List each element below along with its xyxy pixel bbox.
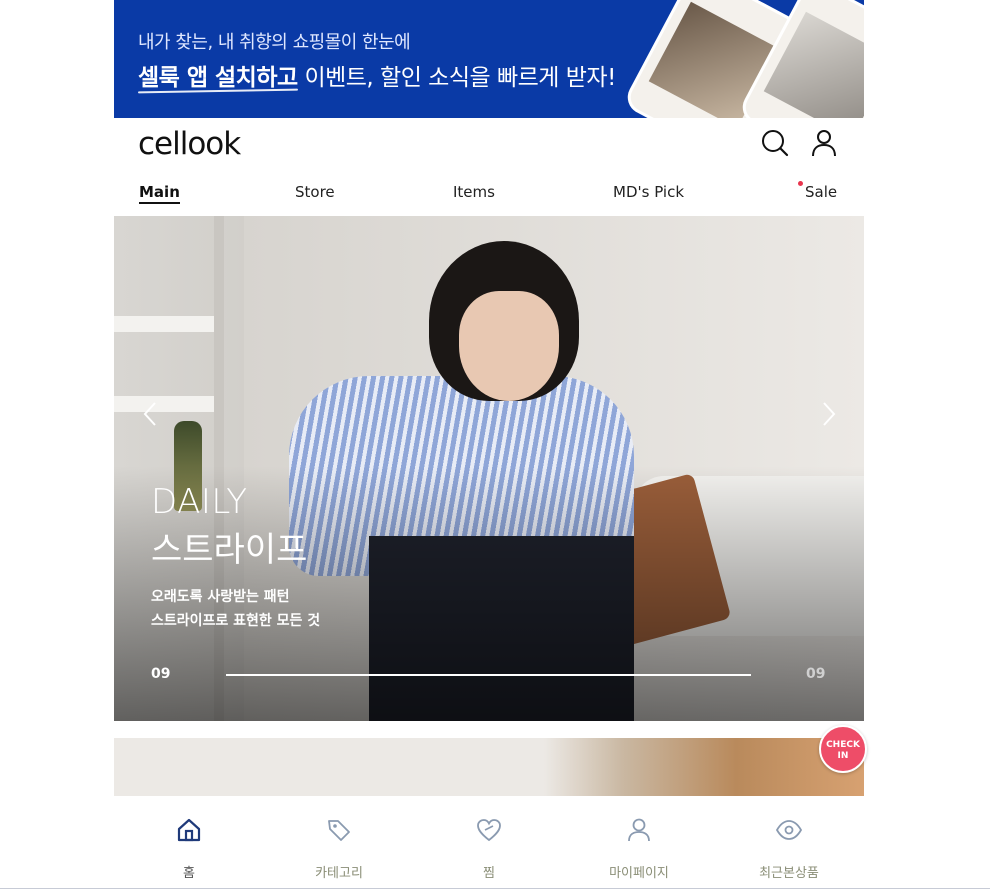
hero-image-shelf: [114, 316, 224, 332]
carousel-page-current: 09: [151, 666, 171, 682]
tab-mypage-label: 마이페이지: [609, 866, 669, 881]
home-icon: [177, 818, 201, 842]
logo[interactable]: cellook: [138, 126, 241, 162]
nav-item-sale[interactable]: Sale: [798, 181, 838, 201]
carousel-progress-fill: [226, 674, 751, 676]
app-root: 내가 찾는, 내 취향의 쇼핑몰이 한눈에 셀룩 앱 설치하고 이벤트, 할인 …: [114, 0, 864, 891]
tab-home-label: 홈: [183, 866, 195, 881]
hero-image-face: [459, 291, 559, 401]
eye-icon: [775, 820, 803, 840]
hero-image-shelf: [114, 396, 224, 412]
bottom-tab-bar: 홈 카테고리 찜 마이페이지 최근본상품: [114, 796, 864, 891]
promo-line1: 내가 찾는, 내 취향의 쇼핑몰이 한눈에: [138, 32, 411, 53]
tab-home[interactable]: 홈: [114, 796, 264, 891]
site-header: cellook: [114, 118, 864, 174]
hero-title-line1: DAILY: [151, 482, 248, 522]
carousel-page-total: 09: [806, 666, 826, 682]
tab-category-label: 카테고리: [315, 866, 363, 881]
nav-item-store[interactable]: Store: [295, 183, 335, 201]
promo-line2-bold: 셀룩 앱 설치하고: [138, 65, 298, 91]
main-nav: Main Store Items MD's Pick Sale: [114, 176, 864, 216]
carousel-prev-arrow-icon[interactable]: [139, 399, 163, 429]
secondary-banner[interactable]: [114, 738, 864, 796]
promo-line2: 셀룩 앱 설치하고 이벤트, 할인 소식을 빠르게 받자!: [138, 58, 616, 92]
carousel-progress-bar: [226, 674, 751, 676]
divider: [0, 888, 990, 889]
heart-icon: [477, 819, 501, 842]
check-in-label-line2: IN: [837, 751, 849, 761]
tab-mypage[interactable]: 마이페이지: [564, 796, 714, 891]
new-badge-dot: [798, 181, 803, 186]
tag-icon: [328, 820, 350, 841]
tab-wishlist[interactable]: 찜: [414, 796, 564, 891]
nav-item-main[interactable]: Main: [139, 183, 180, 204]
tab-recently-viewed-label: 최근본상품: [759, 866, 819, 881]
tab-category[interactable]: 카테고리: [264, 796, 414, 891]
hero-subtitle-line1: 오래도록 사랑받는 패턴: [151, 589, 290, 605]
nav-item-sale-label: Sale: [805, 183, 838, 201]
hero-carousel[interactable]: DAILY 스트라이프 오래도록 사랑받는 패턴 스트라이프로 표현한 모든 것…: [114, 216, 864, 721]
search-icon[interactable]: [760, 128, 790, 158]
nav-item-mds-pick[interactable]: MD's Pick: [613, 183, 684, 201]
hero-title-line2: 스트라이프: [151, 530, 308, 570]
user-icon: [628, 818, 650, 842]
secondary-banner-image: [544, 738, 864, 796]
tab-recently-viewed[interactable]: 최근본상품: [714, 796, 864, 891]
app-install-banner[interactable]: 내가 찾는, 내 취향의 쇼핑몰이 한눈에 셀룩 앱 설치하고 이벤트, 할인 …: [114, 0, 864, 118]
carousel-next-arrow-icon[interactable]: [816, 399, 840, 429]
check-in-label-line1: CHECK: [826, 740, 860, 750]
hero-subtitle-line2: 스트라이프로 표현한 모든 것: [151, 613, 321, 629]
promo-line2-rest: 이벤트, 할인 소식을 빠르게 받자!: [297, 65, 616, 91]
tab-wishlist-label: 찜: [483, 866, 495, 881]
check-in-button[interactable]: CHECK IN: [819, 725, 867, 773]
user-icon[interactable]: [809, 128, 839, 158]
nav-item-items[interactable]: Items: [453, 183, 495, 201]
